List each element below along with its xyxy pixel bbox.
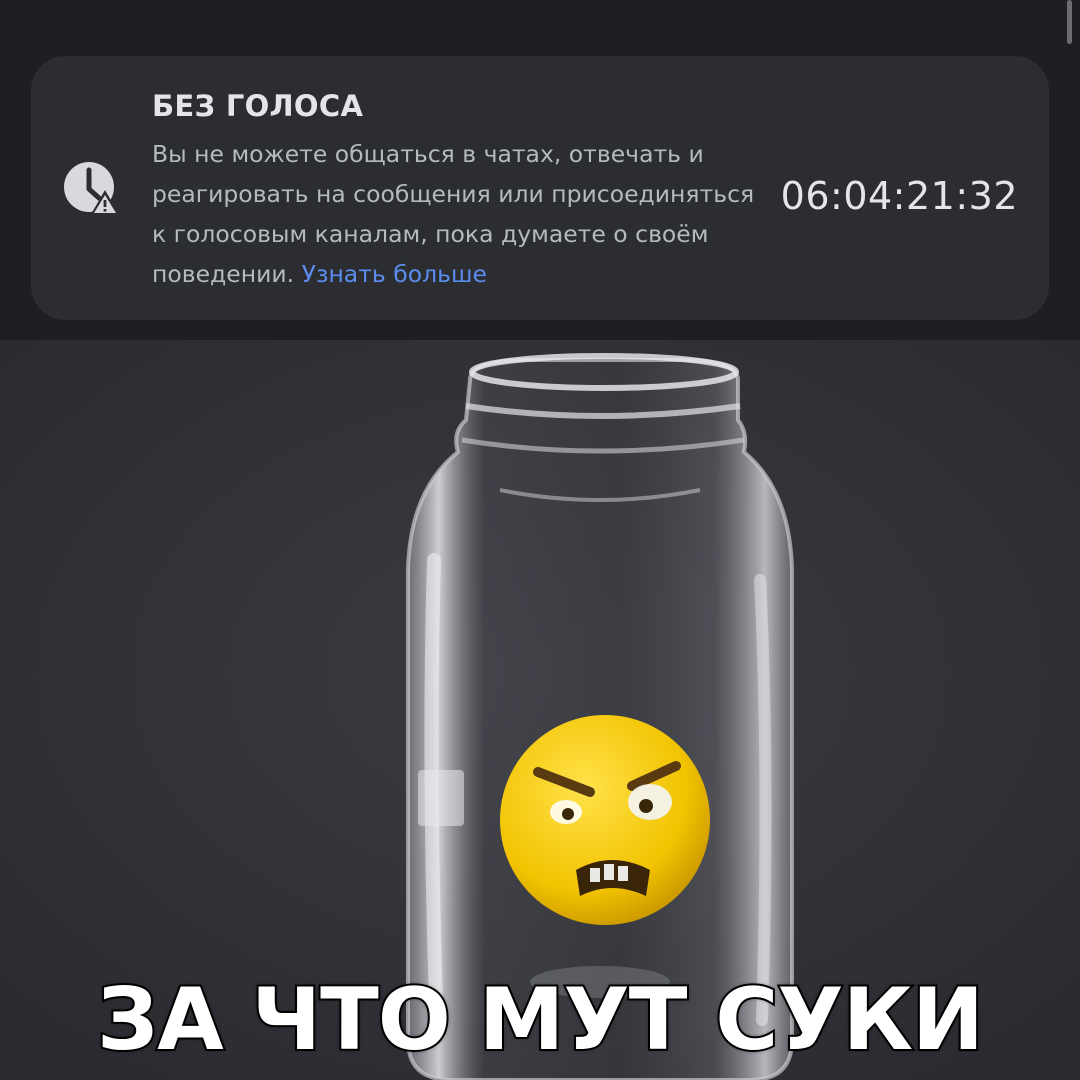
angry-emoji: [500, 715, 710, 925]
clock-warning-icon: [64, 162, 120, 216]
learn-more-link[interactable]: Узнать больше: [302, 260, 487, 288]
mute-message-block: Вы не можете общаться в чатах, отвечать …: [152, 134, 772, 294]
jar-illustration: [0, 340, 1080, 1080]
mute-title: БЕЗ ГОЛОСА: [152, 89, 364, 123]
screen: БЕЗ ГОЛОСА Вы не можете общаться в чатах…: [0, 0, 1080, 1080]
mute-timer: 06:04:21:32: [780, 174, 1018, 218]
chat-area: БЕЗ ГОЛОСА Вы не можете общаться в чатах…: [0, 0, 1080, 340]
scrollbar[interactable]: [1067, 0, 1072, 44]
meme-image: ЗА ЧТО МУТ СУКИ: [0, 340, 1080, 1080]
meme-caption: ЗА ЧТО МУТ СУКИ: [95, 968, 986, 1072]
